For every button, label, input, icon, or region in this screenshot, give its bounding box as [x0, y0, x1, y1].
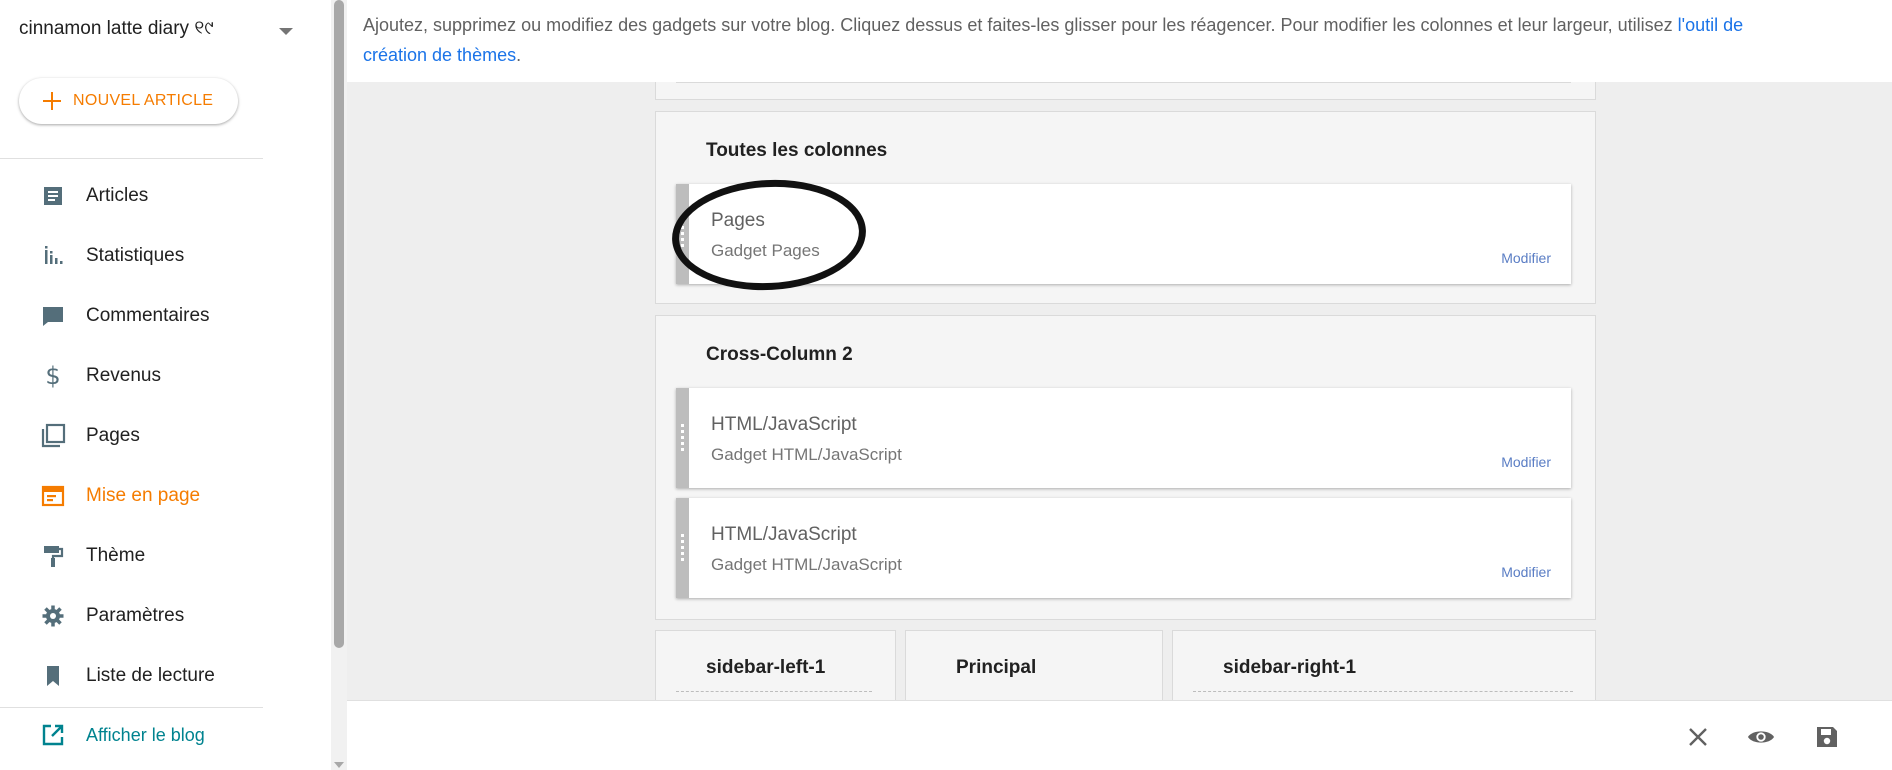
widget-subtitle: Gadget Pages [711, 241, 820, 260]
section-title: sidebar-right-1 [1223, 657, 1357, 678]
section-title: Principal [956, 657, 1037, 678]
pages-icon [40, 423, 66, 449]
eye-icon [1747, 731, 1775, 743]
edit-link[interactable]: Modifier [1501, 564, 1551, 580]
info-text: Ajoutez, supprimez ou modifiez des gadge… [363, 15, 1678, 35]
section-cross-column-2: Cross-Column 2 HTML/JavaScript Gadget HT… [655, 315, 1596, 620]
save-button[interactable] [1813, 723, 1841, 751]
gear-icon [40, 603, 66, 629]
layout-icon [40, 483, 66, 509]
save-icon [1817, 727, 1837, 747]
nav-item-pages[interactable]: Pages [0, 406, 263, 466]
plus-icon [43, 92, 61, 110]
sidebar: cinnamon latte diary ୧୯ NOUVEL ARTICLE A… [0, 0, 293, 770]
info-end: . [516, 45, 522, 65]
view-blog-label: Afficher le blog [86, 724, 205, 745]
nav-label-settings: Paramètres [86, 605, 185, 626]
caret-down-icon[interactable] [279, 28, 293, 35]
edit-link[interactable]: Modifier [1501, 250, 1551, 266]
nav-label-layout: Mise en page [86, 485, 201, 506]
comment-icon [40, 303, 66, 329]
nav-item-revenue[interactable]: $ Revenus [0, 346, 263, 406]
nav-item-statistics[interactable]: Statistiques [0, 226, 263, 286]
nav-label-revenue: Revenus [86, 365, 161, 386]
partial-widget-edge [676, 82, 1571, 83]
external-link-icon [40, 722, 66, 748]
nav-item-settings[interactable]: Paramètres [0, 586, 263, 646]
widget-html-javascript-1[interactable]: HTML/JavaScript Gadget HTML/JavaScript M… [676, 388, 1571, 488]
info-bar: Ajoutez, supprimez ou modifiez des gadge… [347, 0, 1892, 82]
section-title: Toutes les colonnes [706, 140, 888, 161]
nav-item-reading-list[interactable]: Liste de lecture [0, 646, 263, 706]
section-title: Cross-Column 2 [706, 344, 853, 365]
theme-designer-link-cont[interactable]: création de thèmes [363, 45, 516, 65]
widget-subtitle: Gadget HTML/JavaScript [711, 555, 902, 574]
nav-label-comments: Commentaires [86, 305, 210, 326]
stats-icon [40, 243, 66, 269]
widget-title: Pages [711, 210, 765, 231]
drag-handle[interactable] [676, 498, 689, 598]
section-top-partial [655, 82, 1596, 100]
nav-item-layout[interactable]: Mise en page [0, 466, 263, 526]
widget-title: HTML/JavaScript [711, 414, 857, 435]
nav-item-comments[interactable]: Commentaires [0, 286, 263, 346]
widget-subtitle: Gadget HTML/JavaScript [711, 445, 902, 464]
articles-icon [40, 183, 66, 209]
nav-item-theme[interactable]: Thème [0, 526, 263, 586]
widget-title: HTML/JavaScript [711, 524, 857, 545]
blog-title: cinnamon latte diary ୧୯ [19, 18, 214, 39]
bottom-action-bar [347, 700, 1892, 770]
new-post-label: NOUVEL ARTICLE [73, 92, 214, 109]
blog-selector[interactable]: cinnamon latte diary ୧୯ [19, 18, 295, 40]
app: cinnamon latte diary ୧୯ NOUVEL ARTICLE A… [0, 0, 1892, 770]
nav-item-articles[interactable]: Articles [0, 166, 263, 226]
sidebar-nav: Articles Statistiques Commentaires $ Rev… [0, 166, 263, 706]
paint-roller-icon [40, 543, 66, 569]
drag-handle[interactable] [676, 388, 689, 488]
edit-link[interactable]: Modifier [1501, 454, 1551, 470]
close-icon [1689, 728, 1707, 746]
section-all-columns: Toutes les colonnes Pages Gadget Pages M… [655, 111, 1596, 304]
sidebar-divider-bottom [0, 707, 263, 708]
nav-label-statistics: Statistiques [86, 245, 185, 266]
view-blog-link[interactable]: Afficher le blog [40, 722, 205, 748]
widget-html-javascript-2[interactable]: HTML/JavaScript Gadget HTML/JavaScript M… [676, 498, 1571, 598]
nav-label-articles: Articles [86, 185, 149, 206]
nav-label-theme: Thème [86, 545, 146, 566]
theme-designer-link[interactable]: l'outil de [1678, 15, 1743, 35]
nav-label-reading-list: Liste de lecture [86, 665, 215, 686]
dollar-icon: $ [45, 362, 61, 390]
sidebar-divider [0, 158, 263, 159]
scroll-down-arrow-icon[interactable] [334, 762, 344, 768]
section-title: sidebar-left-1 [706, 657, 826, 678]
drag-handle[interactable] [676, 184, 689, 284]
widget-pages[interactable]: Pages Gadget Pages Modifier [676, 184, 1571, 284]
preview-button[interactable] [1747, 723, 1775, 751]
close-button[interactable] [1684, 723, 1712, 751]
nav-label-pages: Pages [86, 425, 140, 446]
new-post-button[interactable]: NOUVEL ARTICLE [19, 78, 238, 124]
sidebar-scrollbar-thumb[interactable] [334, 0, 344, 648]
bookmark-icon [40, 663, 66, 689]
